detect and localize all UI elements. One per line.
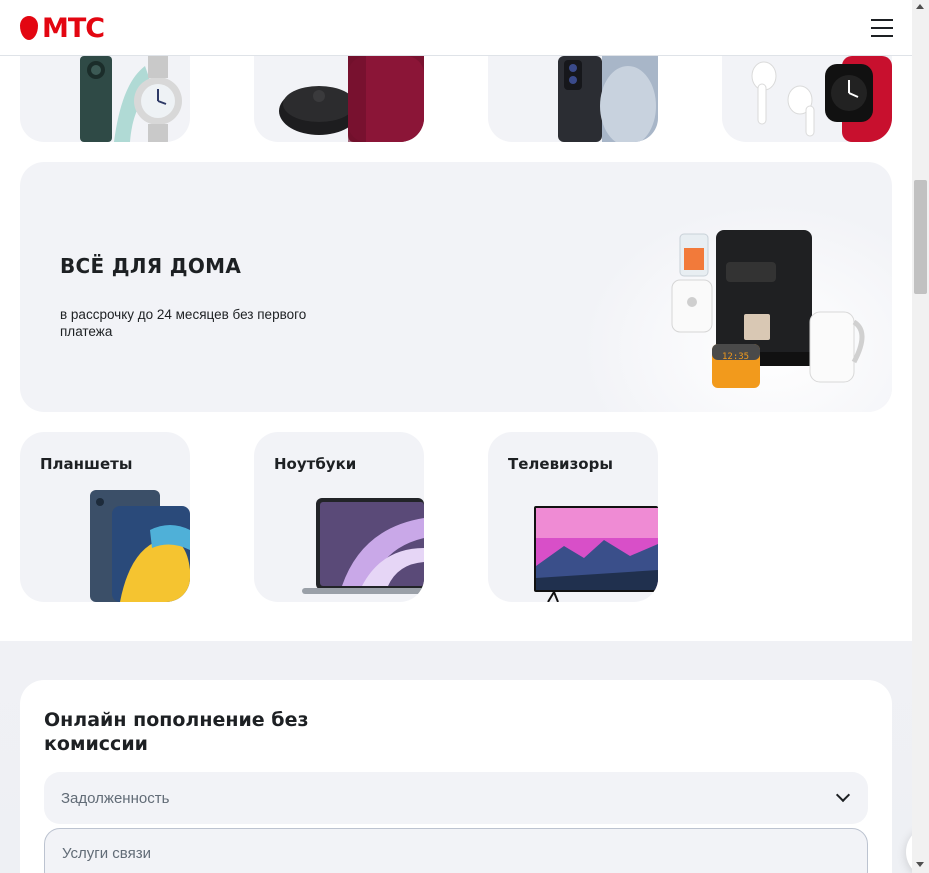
service-field[interactable]: Услуги связи bbox=[44, 828, 868, 873]
burger-menu-icon[interactable] bbox=[871, 19, 893, 37]
tv-image bbox=[534, 506, 658, 602]
smartphone-image bbox=[558, 56, 658, 142]
product-tile-phones[interactable] bbox=[20, 56, 190, 142]
category-label: Ноутбуки bbox=[274, 455, 357, 473]
category-tile-laptops[interactable]: Ноутбуки bbox=[254, 432, 424, 602]
mts-egg-icon bbox=[20, 16, 38, 40]
service-field-value: Услуги связи bbox=[62, 845, 151, 862]
category-label: Планшеты bbox=[40, 455, 133, 473]
scroll-down-arrow-icon[interactable] bbox=[916, 862, 924, 867]
svg-text:12:35: 12:35 bbox=[722, 352, 749, 362]
tablet-image bbox=[90, 490, 190, 602]
home-banner[interactable]: ВСЁ ДЛЯ ДОМА в рассрочку до 24 месяцев б… bbox=[20, 162, 892, 412]
chevron-down-icon bbox=[835, 787, 851, 803]
category-tile-tablets[interactable]: Планшеты bbox=[20, 432, 190, 602]
category-tile-tvs[interactable]: Телевизоры bbox=[488, 432, 658, 602]
category-label: Телевизоры bbox=[508, 455, 613, 473]
product-tile-smart-home[interactable] bbox=[254, 56, 424, 142]
product-tile-smartphones[interactable] bbox=[488, 56, 658, 142]
home-appliances-image: 12:35 bbox=[671, 230, 865, 388]
banner-subtitle: в рассрочку до 24 месяцев без первого пл… bbox=[60, 307, 307, 339]
smartphone-and-watch-image bbox=[80, 56, 182, 142]
earbuds-and-smartwatch-image bbox=[751, 56, 892, 142]
payment-card: Онлайн пополнение без комиссии Задолженн… bbox=[20, 680, 892, 873]
mts-logo[interactable]: МТС bbox=[20, 12, 105, 44]
scroll-up-arrow-icon[interactable] bbox=[916, 4, 924, 9]
payment-type-select[interactable]: Задолженность bbox=[44, 772, 868, 824]
scroll-thumb[interactable] bbox=[914, 180, 927, 294]
payment-type-value: Задолженность bbox=[61, 790, 170, 807]
banner-title: ВСЁ ДЛЯ ДОМА bbox=[60, 254, 242, 278]
site-header: МТС bbox=[0, 0, 912, 56]
laptop-image bbox=[302, 498, 424, 594]
robot-vacuum-and-speaker-image bbox=[279, 56, 424, 142]
product-tile-accessories[interactable] bbox=[722, 56, 892, 142]
logo-text: МТС bbox=[42, 12, 105, 44]
scrollbar[interactable] bbox=[912, 0, 929, 873]
payment-title: Онлайн пополнение без комиссии bbox=[44, 709, 309, 755]
